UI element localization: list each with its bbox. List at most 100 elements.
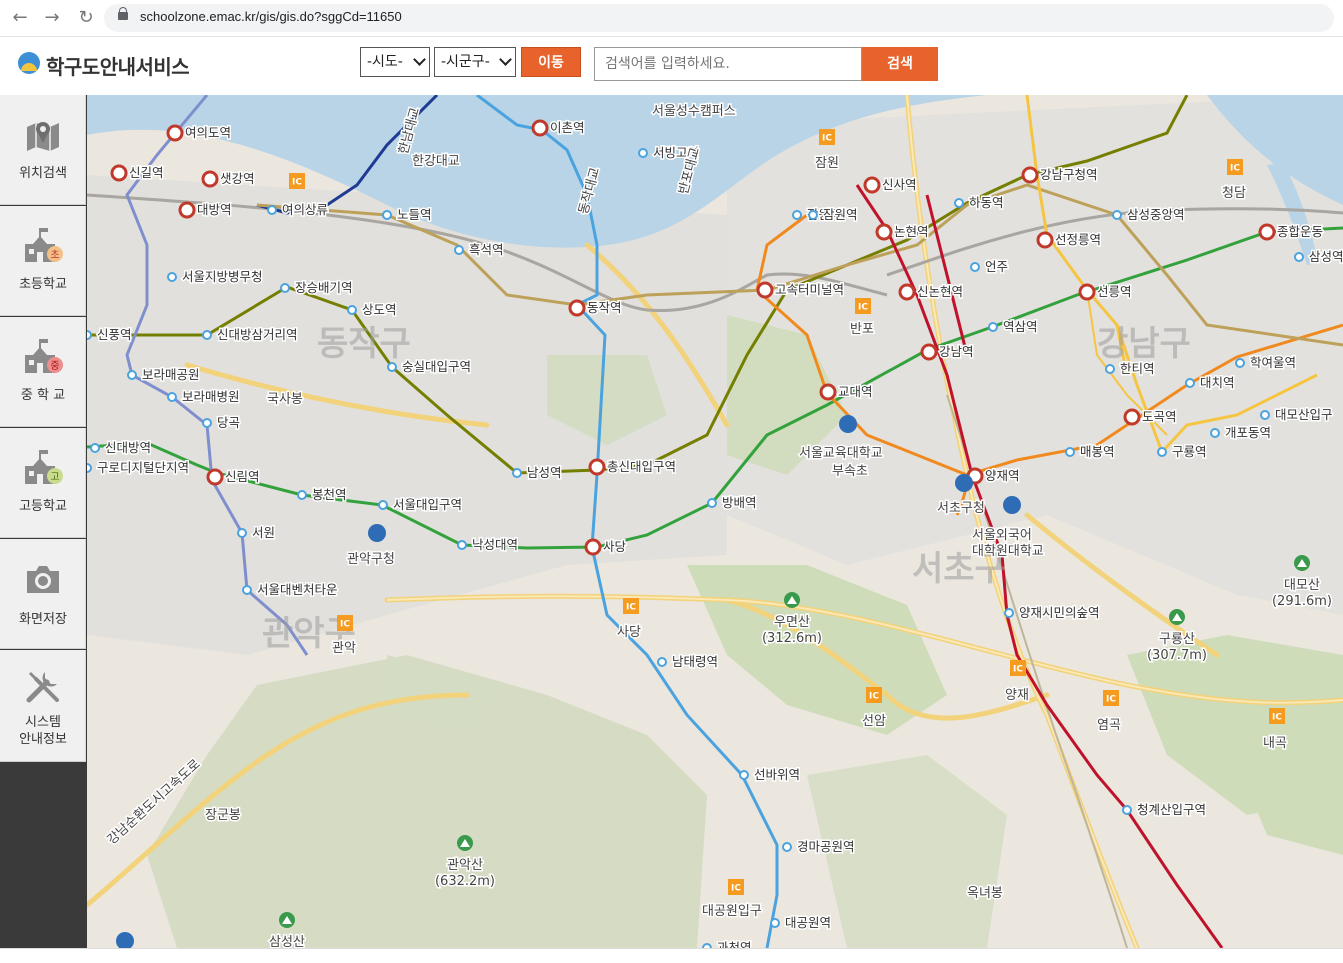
station-marker[interactable]: [1123, 408, 1141, 426]
forward-arrow-icon[interactable]: →: [40, 6, 64, 30]
station-marker[interactable]: [454, 245, 464, 255]
station-marker[interactable]: [898, 283, 916, 301]
station-marker[interactable]: [588, 458, 606, 476]
map-canvas[interactable]: 동작구 관악구 서초구 강남구 ICICICICICICIC ICICICIC 여…: [87, 95, 1343, 948]
sidebar-item-location-search[interactable]: 위치검색: [0, 95, 86, 205]
station-marker[interactable]: [457, 540, 467, 550]
station-marker[interactable]: [756, 281, 774, 299]
station-label: 매봉역: [1080, 444, 1115, 459]
map-view[interactable]: 동작구 관악구 서초구 강남구 IC IC IC IC IC IC IC IC IC IC IC 여…: [87, 95, 1343, 948]
reload-icon[interactable]: ↻: [74, 6, 98, 30]
station-marker[interactable]: [387, 362, 397, 372]
station-marker[interactable]: [1112, 210, 1122, 220]
station-marker[interactable]: [1122, 805, 1132, 815]
station-label: 신대방삼거리역: [217, 327, 298, 342]
place-label: 한강대교: [412, 154, 460, 169]
mountain-name: 구룡산: [1159, 632, 1195, 647]
station-marker[interactable]: [1078, 283, 1096, 301]
station-marker[interactable]: [1157, 447, 1167, 457]
sidebar-item-system-info[interactable]: 시스템 안내정보: [0, 650, 86, 762]
government-office-icon[interactable]: [368, 524, 386, 542]
station-marker[interactable]: [382, 210, 392, 220]
station-marker[interactable]: [1036, 231, 1054, 249]
station-marker[interactable]: [531, 119, 549, 137]
station-marker[interactable]: [988, 322, 998, 332]
station-marker[interactable]: [792, 210, 802, 220]
station-label: 강남구청역: [1040, 167, 1098, 182]
station-marker[interactable]: [167, 392, 177, 402]
station-marker[interactable]: [280, 283, 290, 293]
station-marker[interactable]: [875, 223, 893, 241]
station-marker[interactable]: [1004, 608, 1014, 618]
station-marker[interactable]: [568, 299, 586, 317]
interchange-label: IC: [626, 603, 636, 613]
government-office-icon[interactable]: [955, 474, 973, 492]
station-marker[interactable]: [739, 770, 749, 780]
move-button[interactable]: 이동: [521, 47, 581, 77]
station-marker[interactable]: [512, 468, 522, 478]
station-marker[interactable]: [1235, 358, 1245, 368]
station-marker[interactable]: [347, 305, 357, 315]
station-marker[interactable]: [178, 201, 196, 219]
station-marker[interactable]: [1065, 447, 1075, 457]
station-marker[interactable]: [206, 468, 224, 486]
place-label: 염곡: [1097, 718, 1121, 733]
station-marker[interactable]: [808, 210, 818, 220]
station-marker[interactable]: [1258, 223, 1276, 241]
station-label: 신림역: [225, 469, 260, 484]
station-marker[interactable]: [167, 272, 177, 282]
station-label: 서울지방병무청: [182, 269, 263, 284]
station-marker[interactable]: [90, 443, 100, 453]
back-arrow-icon[interactable]: ←: [8, 6, 32, 30]
sidebar-item-middle-school[interactable]: 중 중 학 교: [0, 317, 86, 427]
station-marker[interactable]: [707, 498, 717, 508]
station-marker[interactable]: [201, 170, 219, 188]
interchange-label: IC: [1106, 695, 1116, 705]
sidebar-item-high-school[interactable]: 고 고등학교: [0, 428, 86, 538]
station-marker[interactable]: [970, 262, 980, 272]
mountain-name: 우면산: [774, 615, 810, 630]
svg-text:중: 중: [50, 360, 59, 372]
search-input[interactable]: [594, 47, 862, 81]
station-marker[interactable]: [657, 657, 667, 667]
station-marker[interactable]: [202, 330, 212, 340]
station-marker[interactable]: [920, 343, 938, 361]
sidebar-item-save-screen[interactable]: 화면저장: [0, 539, 86, 649]
station-marker[interactable]: [1185, 378, 1195, 388]
station-marker[interactable]: [87, 330, 92, 340]
address-bar[interactable]: schoolzone.emac.kr/gis/gis.do?sggCd=1165…: [104, 4, 1334, 32]
station-marker[interactable]: [782, 842, 792, 852]
station-marker[interactable]: [1294, 252, 1304, 262]
station-marker[interactable]: [1210, 428, 1220, 438]
station-marker[interactable]: [954, 198, 964, 208]
station-marker[interactable]: [378, 500, 388, 510]
station-marker[interactable]: [87, 463, 92, 473]
station-label: 고속터미널역: [775, 282, 844, 297]
station-marker[interactable]: [237, 528, 247, 538]
station-label: 학여울역: [1250, 355, 1296, 370]
sido-select[interactable]: -시도-: [360, 47, 430, 77]
station-marker[interactable]: [242, 585, 252, 595]
station-marker[interactable]: [110, 164, 128, 182]
station-marker[interactable]: [1105, 364, 1115, 374]
sigungu-select[interactable]: -시군구-: [434, 47, 516, 77]
station-label: 숭실대입구역: [402, 359, 471, 374]
svg-text:고: 고: [50, 472, 59, 483]
station-marker[interactable]: [638, 148, 648, 158]
station-marker[interactable]: [267, 205, 277, 215]
search-button[interactable]: 검색: [862, 47, 938, 81]
university-icon[interactable]: [839, 415, 857, 433]
station-marker[interactable]: [1021, 166, 1039, 184]
station-marker[interactable]: [584, 538, 602, 556]
station-marker[interactable]: [863, 176, 881, 194]
station-marker[interactable]: [770, 918, 780, 928]
station-marker[interactable]: [1260, 410, 1270, 420]
station-marker[interactable]: [127, 370, 137, 380]
station-marker[interactable]: [166, 124, 184, 142]
station-marker[interactable]: [297, 490, 307, 500]
station-marker[interactable]: [819, 383, 837, 401]
url-text: schoolzone.emac.kr/gis/gis.do?sggCd=1165…: [140, 9, 402, 24]
university-icon[interactable]: [1003, 496, 1021, 514]
station-marker[interactable]: [202, 418, 212, 428]
sidebar-item-elementary-school[interactable]: 초 초등학교: [0, 206, 86, 316]
